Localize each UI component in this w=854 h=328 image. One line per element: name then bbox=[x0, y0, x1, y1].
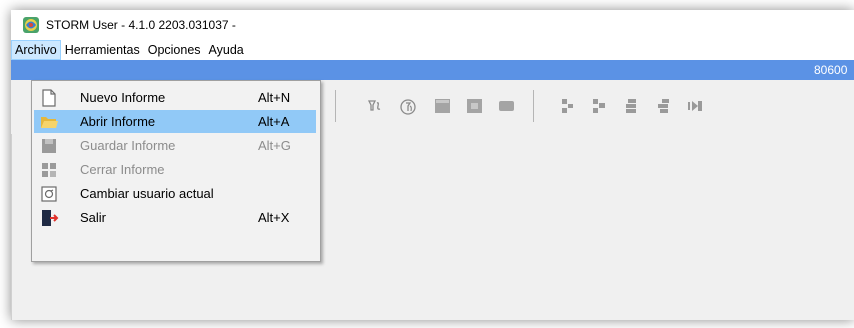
app-window: STORM User - 4.1.0 2203.031037 - Archivo… bbox=[11, 10, 854, 320]
menu-item-shortcut: Alt+A bbox=[258, 114, 290, 129]
menu-herramientas[interactable]: Herramientas bbox=[61, 40, 144, 60]
next-icon[interactable] bbox=[687, 98, 703, 114]
window-title: STORM User - 4.1.0 2203.031037 - bbox=[46, 18, 236, 32]
tree-expand-icon[interactable] bbox=[591, 98, 607, 114]
header-bar: 80600 bbox=[11, 60, 854, 80]
menu-item-shortcut: Alt+X bbox=[258, 210, 290, 225]
card-icon[interactable] bbox=[498, 98, 515, 114]
menu-item-cambiar-usuario[interactable]: Cambiar usuario actual bbox=[34, 182, 316, 205]
menu-archivo[interactable]: Archivo bbox=[11, 40, 61, 60]
menu-item-shortcut: Alt+G bbox=[258, 138, 291, 153]
header-bar-text: 80600 bbox=[814, 63, 848, 77]
close-report-icon bbox=[42, 162, 56, 177]
menu-bar: Archivo Herramientas Opciones Ayuda bbox=[11, 40, 854, 60]
menu-item-nuevo-informe[interactable]: Nuevo Informe Alt+N bbox=[34, 86, 316, 109]
menu-item-label: Abrir Informe bbox=[80, 114, 156, 129]
menu-item-label: Guardar Informe bbox=[80, 138, 176, 153]
storm-app-icon bbox=[23, 17, 39, 33]
toolbar-separator bbox=[533, 90, 534, 122]
stack-expand-icon[interactable] bbox=[655, 98, 671, 114]
toolbar-separator bbox=[335, 90, 336, 122]
menu-ayuda[interactable]: Ayuda bbox=[205, 40, 248, 60]
menu-item-label: Salir bbox=[80, 210, 107, 225]
title-bar: STORM User - 4.1.0 2203.031037 - bbox=[11, 10, 854, 40]
content-border bbox=[11, 134, 12, 320]
menu-item-label: Cerrar Informe bbox=[80, 162, 165, 177]
menu-item-label: Cambiar usuario actual bbox=[80, 186, 214, 201]
save-icon bbox=[42, 138, 56, 153]
table-icon[interactable] bbox=[466, 98, 483, 114]
menu-item-abrir-informe[interactable]: Abrir Informe Alt+A bbox=[34, 110, 316, 133]
menu-item-guardar-informe[interactable]: Guardar Informe Alt+G bbox=[34, 134, 316, 157]
stack-icon[interactable] bbox=[623, 98, 639, 114]
filter-icon[interactable] bbox=[367, 98, 383, 114]
exit-icon bbox=[42, 209, 59, 226]
menu-item-label: Nuevo Informe bbox=[80, 90, 166, 105]
open-folder-icon bbox=[41, 116, 58, 128]
menu-item-salir[interactable]: Salir Alt+X bbox=[34, 206, 316, 229]
menu-item-shortcut: Alt+N bbox=[258, 90, 291, 105]
grid-icon[interactable] bbox=[434, 98, 451, 114]
archivo-dropdown-menu: Nuevo Informe Alt+N Abrir Informe Alt+A … bbox=[31, 80, 321, 262]
change-user-icon bbox=[41, 185, 57, 202]
menu-item-cerrar-informe[interactable]: Cerrar Informe bbox=[34, 158, 316, 181]
menu-opciones[interactable]: Opciones bbox=[144, 40, 205, 60]
tree-icon[interactable] bbox=[559, 98, 575, 114]
new-document-icon bbox=[42, 88, 56, 107]
filter-function-icon[interactable] bbox=[399, 98, 417, 116]
